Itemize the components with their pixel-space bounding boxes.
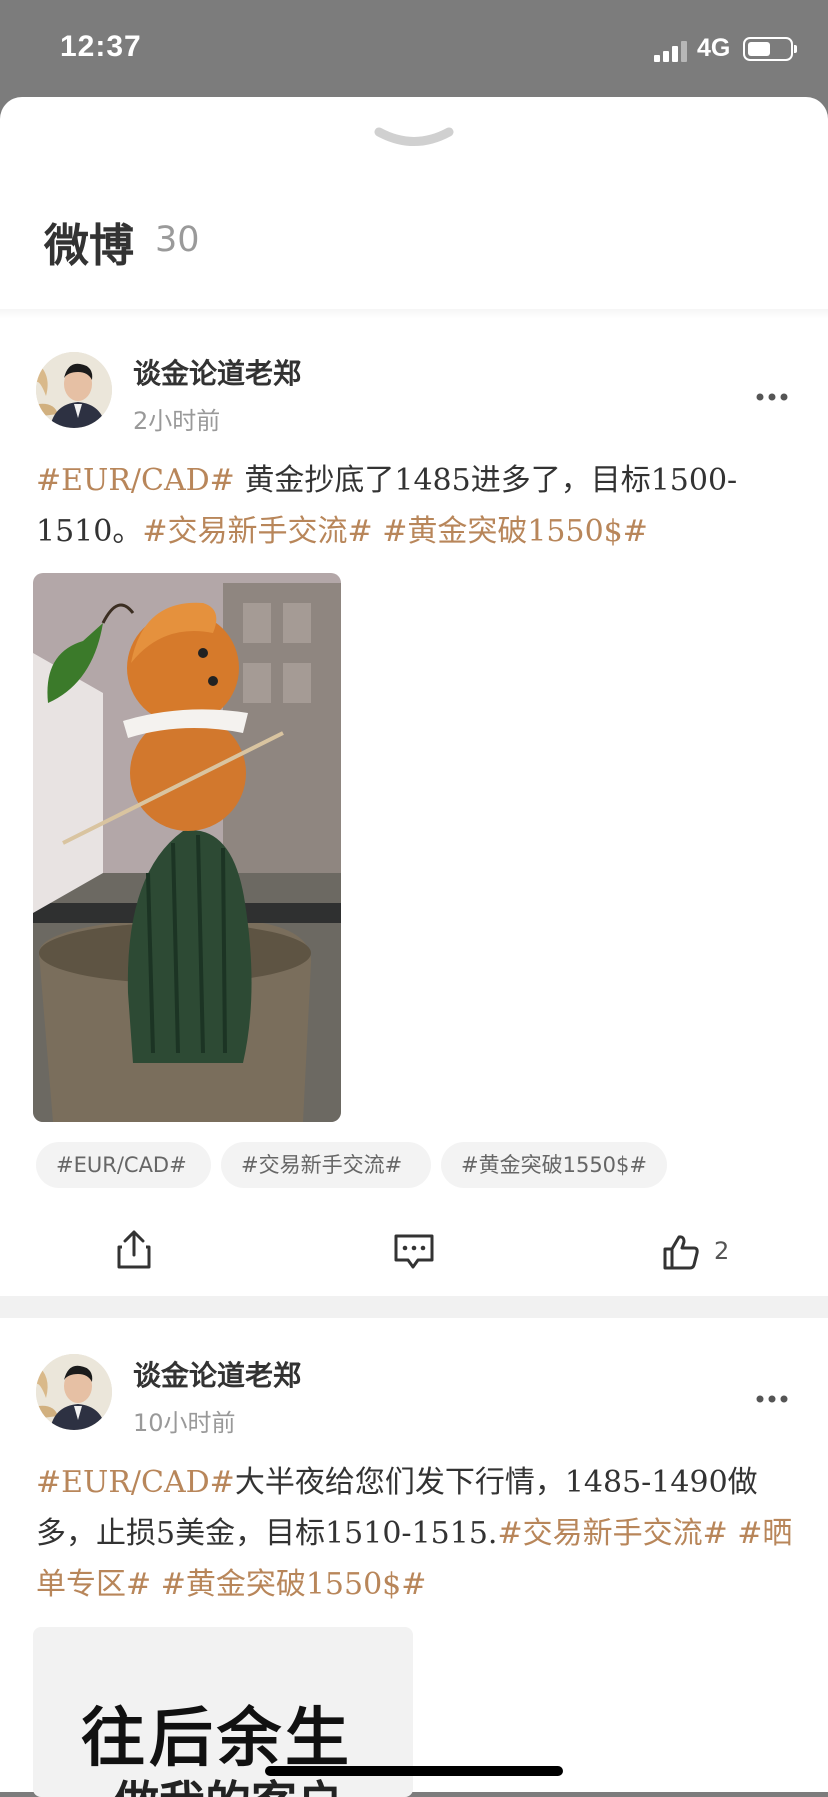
like-count: 2: [714, 1237, 730, 1265]
avatar[interactable]: [36, 1354, 112, 1430]
post-time: 2小时前: [133, 407, 221, 435]
header-separator: [0, 309, 828, 319]
post-content: #EUR/CAD# 黄金抄底了1485进多了，目标1500-1510。#交易新手…: [36, 455, 796, 557]
hashtag-link[interactable]: #交易新手交流#: [497, 1516, 727, 1551]
more-icon[interactable]: [755, 392, 789, 402]
post-divider: [0, 1296, 828, 1318]
hashtag-link[interactable]: #黄金突破1550$#: [382, 514, 648, 549]
hashtag-link[interactable]: #黄金突破1550$#: [161, 1567, 427, 1602]
status-bar: 12:37 4G: [0, 0, 828, 96]
like-icon[interactable]: [662, 1234, 700, 1270]
post-text: [373, 514, 383, 549]
battery-level: [748, 42, 770, 56]
comment-icon[interactable]: [393, 1233, 435, 1271]
tag-pill[interactable]: #交易新手交流#: [221, 1142, 431, 1188]
hashtag-link[interactable]: #交易新手交流#: [142, 514, 372, 549]
author-name[interactable]: 谈金论道老郑: [133, 1354, 301, 1394]
more-icon[interactable]: [755, 1394, 789, 1404]
post-image[interactable]: [33, 573, 341, 1122]
hashtag-link[interactable]: #EUR/CAD#: [36, 463, 235, 498]
share-icon[interactable]: [116, 1229, 152, 1269]
chevron-down-icon[interactable]: [373, 125, 455, 153]
tag-pill[interactable]: #EUR/CAD#: [36, 1142, 211, 1188]
post-count: 30: [155, 220, 200, 260]
status-time: 12:37: [60, 30, 142, 63]
post-content: #EUR/CAD#大半夜给您们发下行情，1485-1490做多，止损5美金，目标…: [36, 1457, 796, 1610]
network-label: 4G: [697, 34, 731, 62]
sheet-title: 微博: [44, 219, 135, 272]
post-time: 10小时前: [133, 1409, 236, 1437]
post-text: [151, 1567, 161, 1602]
hashtag-link[interactable]: #EUR/CAD#: [36, 1465, 235, 1500]
home-indicator[interactable]: [265, 1766, 563, 1776]
battery-icon: [743, 37, 797, 61]
signal-icon: [654, 40, 690, 62]
sheet-header: 微博 30: [0, 97, 828, 317]
tag-pill[interactable]: #黄金突破1550$#: [441, 1142, 667, 1188]
avatar[interactable]: [36, 352, 112, 428]
post-text: [728, 1516, 738, 1551]
author-name[interactable]: 谈金论道老郑: [133, 352, 301, 392]
